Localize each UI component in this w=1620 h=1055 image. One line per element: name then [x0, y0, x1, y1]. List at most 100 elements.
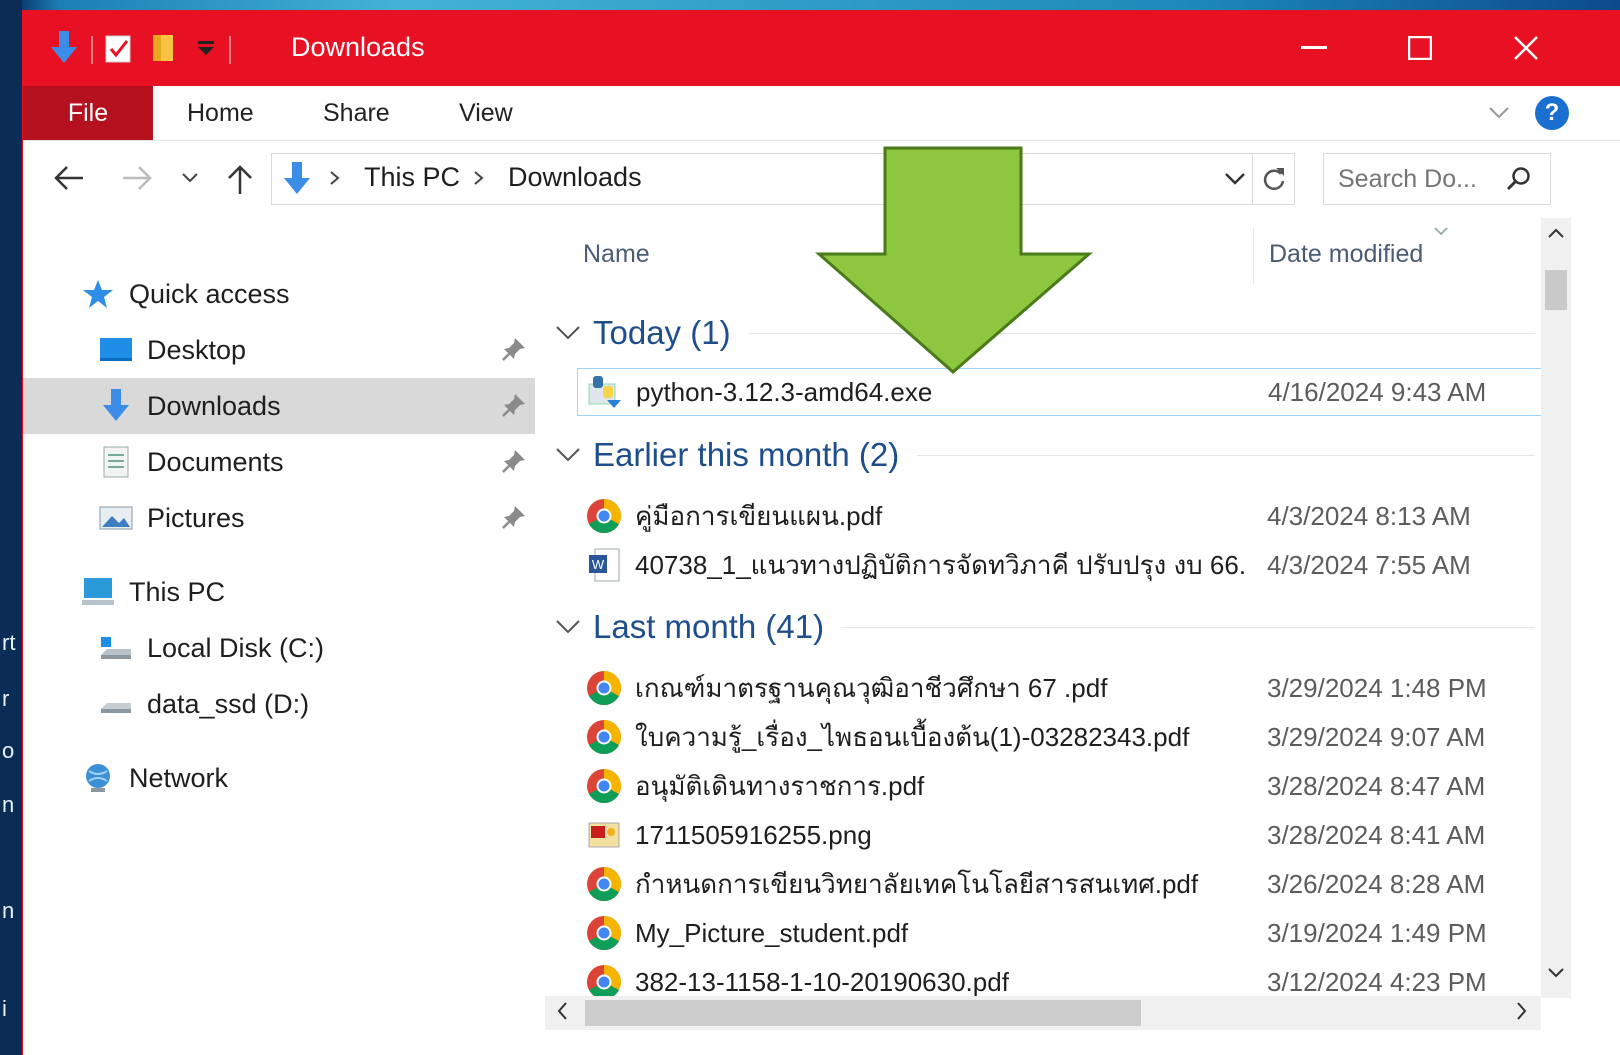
- tab-home[interactable]: Home: [187, 86, 254, 140]
- nav-this-pc[interactable]: This PC: [81, 564, 225, 620]
- scroll-left-arrow-icon[interactable]: [555, 1000, 569, 1027]
- column-divider[interactable]: [1253, 228, 1254, 284]
- breadcrumb-chevron-icon[interactable]: [328, 168, 342, 193]
- file-date: 3/29/2024 1:48 PM: [1267, 672, 1487, 703]
- file-date: 3/28/2024 8:41 AM: [1267, 819, 1486, 850]
- file-row[interactable]: กำหนดการเขียนวิทยาลัยเทคโนโลยีสารสนเทศ.p…: [577, 860, 1539, 908]
- file-name: python-3.12.3-amd64.exe: [636, 376, 933, 407]
- file-row[interactable]: 1711505916255.png 3/28/2024 8:41 AM: [577, 811, 1539, 859]
- nav-local-disk-c[interactable]: Local Disk (C:): [99, 620, 324, 676]
- image-file-icon: [585, 816, 623, 854]
- nav-item-label: Local Disk (C:): [147, 632, 325, 663]
- tab-share[interactable]: Share: [323, 86, 390, 140]
- file-explorer-window: Downloads File Home Share View ? This PC…: [22, 10, 1620, 1055]
- file-row[interactable]: เกณฑ์มาตรฐานคุณวุฒิอาชีวศึกษา 67 .pdf 3/…: [577, 664, 1539, 712]
- python-installer-icon: [586, 373, 624, 411]
- back-arrow-icon[interactable]: [53, 163, 85, 198]
- close-button[interactable]: [1473, 10, 1579, 86]
- nav-desktop[interactable]: Desktop: [99, 322, 246, 378]
- nav-documents[interactable]: Documents: [99, 434, 284, 490]
- nav-item-label: Downloads: [147, 390, 281, 421]
- vertical-scrollbar[interactable]: [1541, 218, 1571, 998]
- nav-data-ssd-d[interactable]: data_ssd (D:): [99, 676, 309, 732]
- tab-view[interactable]: View: [459, 86, 513, 140]
- address-bar[interactable]: This PC Downloads: [271, 153, 1295, 205]
- new-folder-icon[interactable]: [151, 33, 177, 68]
- word-doc-icon: W: [585, 546, 623, 584]
- search-input[interactable]: [1336, 162, 1500, 196]
- scroll-up-arrow-icon[interactable]: [1547, 226, 1565, 245]
- column-header-date-modified[interactable]: Date modified: [1269, 240, 1423, 269]
- chrome-pdf-icon: [585, 865, 623, 903]
- pin-icon[interactable]: [501, 392, 527, 423]
- chrome-pdf-icon: [585, 669, 623, 707]
- file-row[interactable]: อนุมัติเดินทางราชการ.pdf 3/28/2024 8:47 …: [577, 762, 1539, 810]
- nav-item-label: Pictures: [147, 502, 245, 533]
- chrome-pdf-icon: [585, 497, 623, 535]
- file-date: 4/3/2024 8:13 AM: [1267, 500, 1471, 531]
- scroll-right-arrow-icon[interactable]: [1515, 1000, 1529, 1027]
- qat-separator: [229, 36, 231, 64]
- address-dropdown-chevron-icon[interactable]: [1224, 168, 1246, 193]
- breadcrumb-chevron-icon[interactable]: [472, 168, 486, 193]
- group-label: Last month (41): [593, 608, 825, 645]
- column-header-name[interactable]: Name: [583, 240, 650, 269]
- file-row[interactable]: ใบความรู้_เรื่อง_ไพธอนเบื้องต้น(1)-03282…: [577, 713, 1539, 761]
- file-date: 3/28/2024 8:47 AM: [1267, 770, 1486, 801]
- search-icon[interactable]: [1506, 166, 1532, 197]
- file-row[interactable]: คู่มือการเขียนแผน.pdf 4/3/2024 8:13 AM: [577, 492, 1539, 540]
- file-name: ใบความรู้_เรื่อง_ไพธอนเบื้องต้น(1)-03282…: [635, 721, 1190, 752]
- drive-icon: [99, 631, 133, 665]
- properties-icon[interactable]: [105, 33, 133, 68]
- group-header-last-month[interactable]: Last month (41): [555, 604, 1535, 650]
- pictures-icon: [99, 501, 133, 535]
- expand-ribbon-chevron-icon[interactable]: [1487, 100, 1511, 129]
- sort-chevron-icon: [1433, 224, 1449, 242]
- desktop-edge: rt r o n n i: [0, 0, 22, 1055]
- file-date: 3/29/2024 9:07 AM: [1267, 721, 1486, 752]
- nav-item-label: This PC: [129, 576, 226, 607]
- nav-pictures[interactable]: Pictures: [99, 490, 245, 546]
- downloads-arrow-icon[interactable]: [49, 30, 79, 70]
- star-icon: [81, 277, 115, 311]
- horizontal-scroll-thumb[interactable]: [585, 1000, 1141, 1026]
- file-name: อนุมัติเดินทางราชการ.pdf: [635, 770, 925, 801]
- pin-icon[interactable]: [501, 448, 527, 479]
- nav-quick-access[interactable]: Quick access: [81, 266, 290, 322]
- vertical-scroll-thumb[interactable]: [1545, 270, 1567, 310]
- pin-icon[interactable]: [501, 504, 527, 535]
- file-row[interactable]: W 40738_1_แนวทางปฏิบัติการจัดทวิภาคี ปรั…: [577, 541, 1539, 589]
- file-row[interactable]: My_Picture_student.pdf 3/19/2024 1:49 PM: [577, 909, 1539, 957]
- nav-downloads[interactable]: Downloads: [23, 378, 535, 434]
- file-name: My_Picture_student.pdf: [635, 917, 909, 948]
- forward-arrow-icon[interactable]: [121, 163, 153, 198]
- file-date: 3/19/2024 1:49 PM: [1267, 917, 1487, 948]
- breadcrumb-this-pc[interactable]: This PC: [364, 162, 460, 193]
- svg-text:W: W: [592, 557, 605, 572]
- refresh-button[interactable]: [1252, 154, 1295, 204]
- nav-network[interactable]: Network: [81, 750, 228, 806]
- file-name: คู่มือการเขียนแผน.pdf: [635, 500, 883, 531]
- downloads-arrow-icon: [99, 389, 133, 423]
- group-divider: [917, 454, 1535, 456]
- pin-icon[interactable]: [501, 336, 527, 367]
- group-header-earlier-this-month[interactable]: Earlier this month (2): [555, 432, 1535, 478]
- recent-locations-chevron-icon[interactable]: [181, 171, 199, 190]
- horizontal-scrollbar[interactable]: [545, 996, 1541, 1030]
- qat-separator: [91, 36, 93, 64]
- up-arrow-icon[interactable]: [225, 163, 255, 200]
- nav-item-label: Quick access: [129, 278, 290, 309]
- window-title: Downloads: [291, 32, 425, 62]
- help-button[interactable]: ?: [1535, 96, 1569, 130]
- customize-qat-icon[interactable]: [195, 37, 217, 64]
- scroll-down-arrow-icon[interactable]: [1547, 966, 1565, 985]
- tab-file[interactable]: File: [23, 86, 153, 140]
- nav-item-label: Network: [129, 762, 229, 793]
- search-box[interactable]: [1323, 153, 1551, 205]
- documents-icon: [99, 445, 133, 479]
- desktop-icon: [99, 333, 133, 367]
- maximize-button[interactable]: [1367, 10, 1473, 86]
- file-date: 4/3/2024 7:55 AM: [1267, 549, 1471, 580]
- minimize-button[interactable]: [1261, 10, 1367, 86]
- breadcrumb-downloads[interactable]: Downloads: [508, 162, 642, 193]
